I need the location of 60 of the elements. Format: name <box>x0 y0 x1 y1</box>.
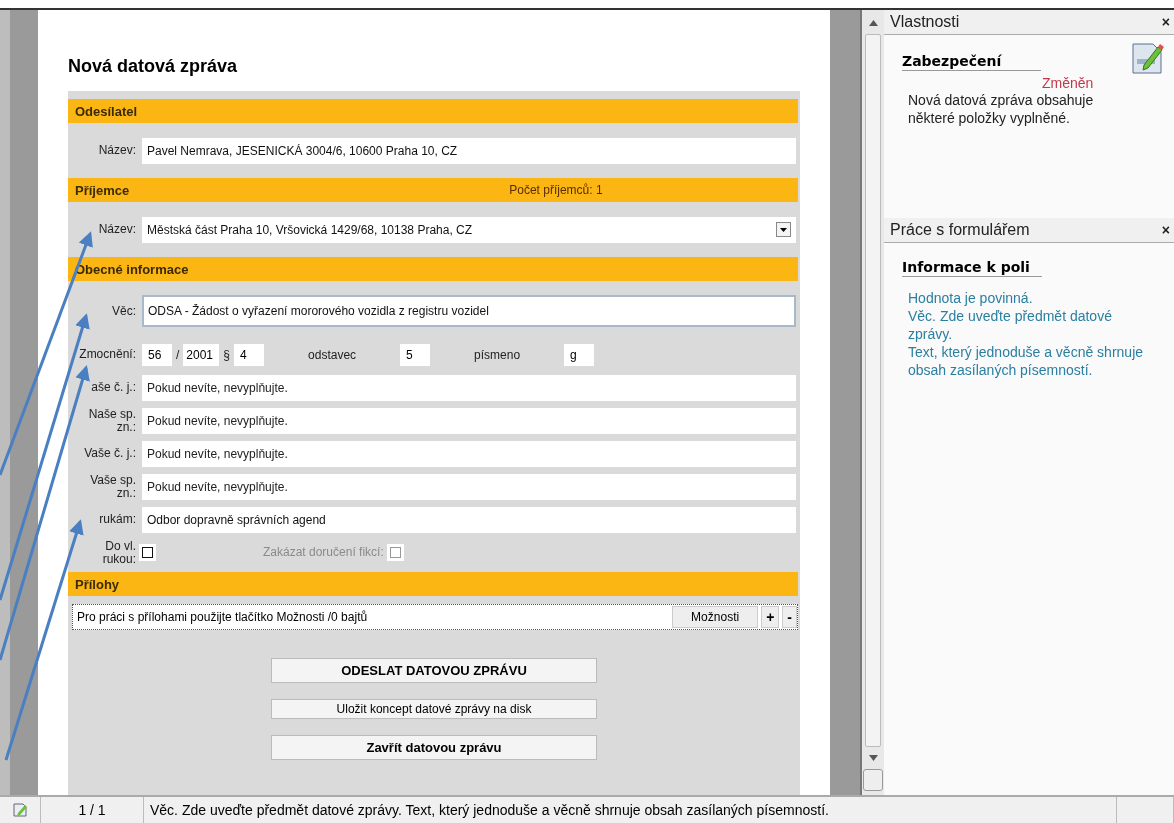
close-button[interactable]: × <box>1161 222 1170 238</box>
checkbox-label: Zakázat doručení fikcí: <box>263 546 384 559</box>
attachments-info: Pro práci s přílohami použijte tlačítko Možnosti /0 bajtů <box>77 610 369 624</box>
close-button[interactable]: × <box>1161 14 1170 30</box>
status-message: Věc. Zde uveďte předmět datové zprávy. Text, který jednoduše a věcně shrnuje obsah zasílaných písemností. <box>144 797 1117 823</box>
recipient-count: Počet příjemců: 1 <box>509 183 603 197</box>
field-label: § <box>223 347 231 362</box>
field-label: odstavec <box>308 347 357 362</box>
input-field[interactable]: Pavel Nemrava, JESENICKÁ 3004/6, 10600 Praha 10, CZ <box>142 137 796 164</box>
scroll-down-arrow-icon[interactable] <box>868 755 878 761</box>
status-text: Změněn <box>1042 75 1095 91</box>
field-label: písmeno <box>474 347 521 362</box>
field-label: Název: <box>97 223 136 236</box>
input-field[interactable]: ODSA - Žádost o vyřazení mororového vozidla z registru vozidel <box>142 295 796 327</box>
info-text: Věc. Zde uveďte předmět datové zprávy. <box>908 307 1113 343</box>
document-edit-icon <box>1130 41 1164 75</box>
input-field[interactable]: Pokud nevíte, nevyplňujte. <box>142 440 796 467</box>
scrollbar[interactable] <box>860 10 884 795</box>
field-label: aše č. j.: <box>90 381 136 394</box>
field-value: Městská část Praha 10, Vršovická 1429/68, 10138 Praha, CZ <box>147 222 473 237</box>
info-text: Nová datová zpráva obsahuje některé položky vyplněné. <box>908 91 1095 127</box>
input-field[interactable]: Odbor dopravně správních agend <box>142 506 796 533</box>
section-title: Příjemce <box>75 182 130 198</box>
input-field[interactable]: 56 <box>142 343 172 366</box>
document-title: Nová datová zpráva <box>68 56 238 77</box>
section-title: Odesílatel <box>75 103 138 119</box>
action-button[interactable]: Uložit koncept datové zprávy na disk <box>271 699 597 719</box>
dropdown-field[interactable]: Městská část Praha 10, Vršovická 1429/68, 10138 Praha, CZ <box>142 216 796 243</box>
input-field[interactable]: Pokud nevíte, nevyplňujte. <box>142 374 796 401</box>
input-field[interactable]: 5 <box>400 343 431 366</box>
input-field[interactable]: Pokud nevíte, nevyplňujte. <box>142 473 796 500</box>
panel-title: Práce s formulářem <box>890 221 1030 239</box>
attachment-button[interactable]: + <box>761 606 780 628</box>
action-button[interactable]: ODESLAT DATOVOU ZPRÁVU <box>271 658 597 683</box>
section-title: Přílohy <box>75 576 120 592</box>
panel-heading: Zabezpečení <box>902 41 1042 71</box>
info-text: Hodnota je povinná. <box>908 289 1034 307</box>
field-label: Vaše č. j.: <box>83 447 136 460</box>
field-label: Věc: <box>111 304 136 318</box>
input-field[interactable]: 4 <box>234 343 265 366</box>
scrollbar-button[interactable] <box>863 769 883 791</box>
page-indicator: 1 / 1 <box>41 797 144 823</box>
action-button[interactable]: Zavřít datovou zprávu <box>271 735 597 760</box>
panel-title: Vlastnosti <box>890 13 960 31</box>
panel-heading: Informace k poli <box>902 247 1042 277</box>
field-label: Název: <box>97 144 136 157</box>
scroll-up-arrow-icon[interactable] <box>868 20 878 26</box>
attachment-button[interactable]: - <box>782 606 797 628</box>
input-field[interactable]: Pokud nevíte, nevyplňujte. <box>142 407 796 434</box>
field-label: Naše sp. zn.: <box>87 407 136 434</box>
field-label: / <box>176 347 180 362</box>
input-field[interactable]: g <box>564 343 595 366</box>
field-label: Vaše sp. zn.: <box>89 473 136 500</box>
field-label: Zmocnění: <box>78 348 136 361</box>
checkbox[interactable] <box>142 547 153 558</box>
field-label: rukám: <box>98 513 136 526</box>
checkbox-label: Do vl. rukou: <box>101 539 136 566</box>
attachment-button[interactable]: Možnosti <box>672 606 759 628</box>
input-field[interactable]: 2001 <box>183 343 220 366</box>
info-text: Text, který jednoduše a věcně shrnuje obsah zasílaných písemností. <box>908 343 1145 379</box>
